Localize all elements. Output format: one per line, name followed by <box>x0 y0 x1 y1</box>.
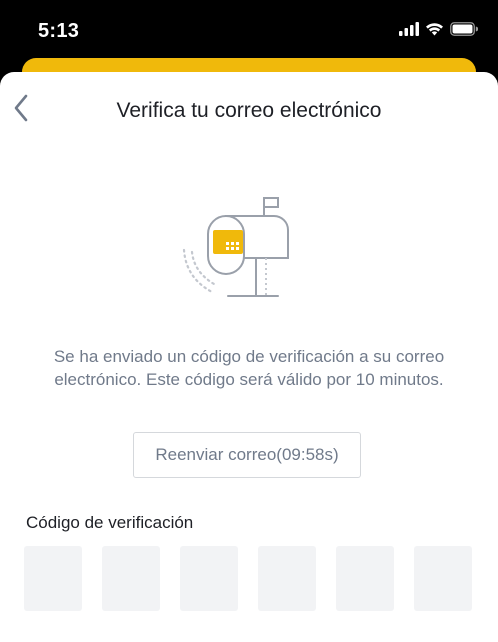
cellular-signal-icon <box>399 22 419 41</box>
code-digit-2[interactable] <box>102 546 160 611</box>
screen: 5:13 Verifica tu correo electrónico Se h… <box>0 0 498 642</box>
page-title: Verifica tu correo electrónico <box>116 99 382 122</box>
code-digit-1[interactable] <box>24 546 82 611</box>
nav-bar: Verifica tu correo electrónico <box>0 72 498 148</box>
status-icons <box>399 22 479 41</box>
wifi-icon <box>425 22 444 41</box>
resend-email-button[interactable]: Reenviar correo(09:58s) <box>133 432 361 478</box>
verification-code-input <box>24 546 472 611</box>
code-digit-6[interactable] <box>414 546 472 611</box>
code-digit-4[interactable] <box>258 546 316 611</box>
code-digit-5[interactable] <box>336 546 394 611</box>
status-bar: 5:13 <box>0 0 498 62</box>
verification-message: Se ha enviado un código de verificación … <box>53 347 445 389</box>
verification-code-label: Código de verificación <box>26 513 194 532</box>
verification-sheet: Verifica tu correo electrónico Se ha env… <box>0 72 498 642</box>
status-time: 5:13 <box>38 20 80 42</box>
battery-icon <box>450 22 479 41</box>
mailbox-icon <box>178 192 298 302</box>
code-digit-3[interactable] <box>180 546 238 611</box>
